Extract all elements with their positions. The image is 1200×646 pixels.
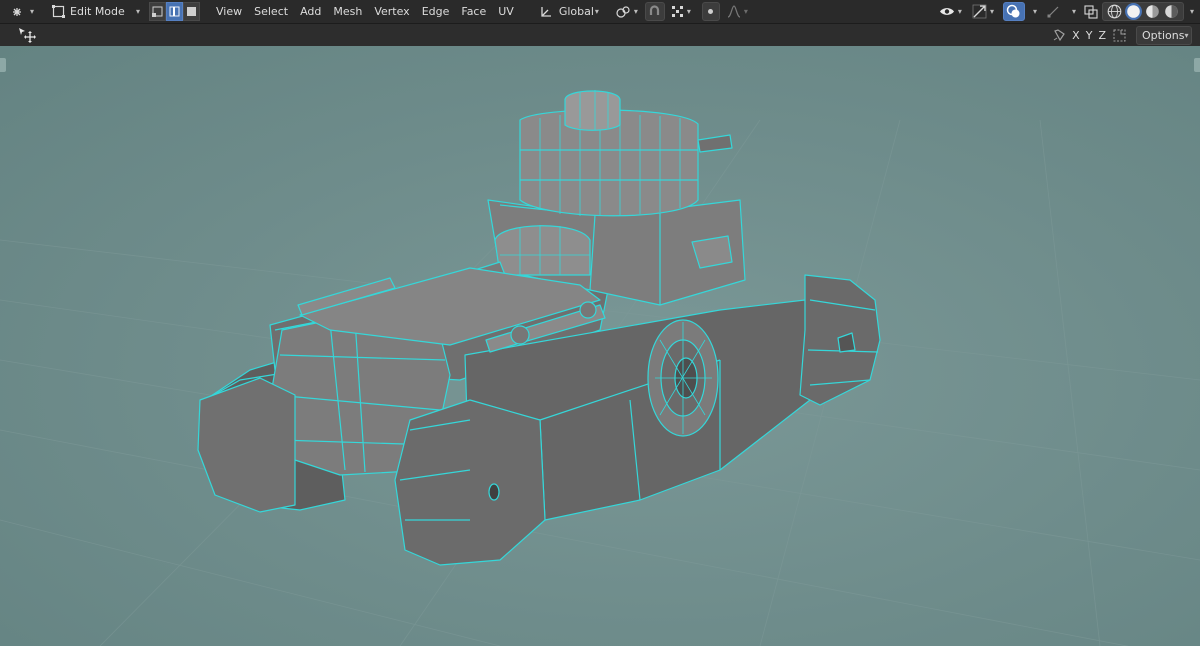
options-dropdown[interactable]: Options ▾: [1136, 25, 1192, 45]
snap-target-selector[interactable]: ▾: [666, 2, 696, 21]
proportional-falloff-selector[interactable]: ▾: [722, 2, 753, 21]
snap-toggle[interactable]: [644, 2, 665, 21]
tank-mesh: [197, 90, 881, 566]
gizmo-toggle[interactable]: ▾: [967, 2, 999, 21]
mode-icon: [52, 5, 66, 18]
proportional-editing-toggle[interactable]: [701, 2, 720, 21]
menu-face[interactable]: Face: [455, 2, 492, 21]
overlay-icon: [1007, 4, 1020, 18]
mode-label: Edit Mode: [70, 5, 125, 18]
options-label: Options: [1142, 28, 1185, 42]
solid-shading-button[interactable]: [1124, 3, 1142, 20]
rendered-shading-button[interactable]: [1163, 3, 1180, 20]
tool-settings-bar: X Y Z Options ▾: [0, 24, 1200, 46]
move-tool-icon: [19, 28, 36, 43]
transform-orientation-icon: [541, 6, 551, 17]
xray-icon: [1084, 4, 1098, 19]
menu-select[interactable]: Select: [248, 2, 294, 21]
editor-type-icon: [13, 7, 21, 16]
face-select-icon: [187, 7, 197, 16]
wireframe-shading-button[interactable]: [1106, 3, 1123, 20]
vertex-select-icon: [152, 6, 163, 17]
subbar-right: X Y Z Options ▾: [1050, 24, 1200, 46]
mirror-z-toggle[interactable]: Z: [1095, 26, 1109, 45]
3d-viewport[interactable]: [0, 46, 1200, 646]
menu-vertex[interactable]: Vertex: [368, 2, 415, 21]
snap-grid-icon: [671, 6, 683, 17]
header-right-controls: ▾ ▾ ▾ ▾ ▾: [934, 0, 1200, 23]
mesh-overlay-icon: [1047, 6, 1059, 18]
front-turret: [494, 225, 591, 276]
overlay-toggle[interactable]: [1002, 2, 1025, 21]
material-shading-button[interactable]: [1144, 3, 1161, 20]
edge-select-icon: [169, 6, 180, 17]
gizmo-icon: [972, 4, 987, 19]
transform-orientation-selector[interactable]: Global ▾: [534, 2, 604, 21]
mesh-overlay-menu[interactable]: ▾: [1065, 2, 1080, 21]
auto-merge-toggle[interactable]: [1109, 26, 1130, 45]
menu-view[interactable]: View: [210, 2, 248, 21]
menu-bar: View Select Add Mesh Vertex Edge Face UV: [210, 2, 520, 21]
face-select-button[interactable]: [183, 2, 201, 21]
front-track: [394, 399, 546, 566]
xray-toggle[interactable]: [1080, 2, 1102, 21]
vertex-select-button[interactable]: [149, 2, 167, 21]
mirror-x-toggle[interactable]: X: [1069, 26, 1083, 45]
menu-mesh[interactable]: Mesh: [327, 2, 368, 21]
pivot-point-selector[interactable]: ▾: [610, 2, 643, 21]
solid-shading-icon: [1127, 5, 1140, 18]
snap-icon: [650, 5, 660, 15]
auto-merge-icon: [1113, 29, 1126, 41]
select-mode-group: [149, 2, 201, 21]
overlay-menu[interactable]: ▾: [1025, 2, 1042, 21]
shading-menu[interactable]: ▾: [1184, 2, 1200, 21]
scene-canvas: [0, 90, 1200, 646]
turret-cupola: [564, 90, 621, 131]
material-shading-icon: [1146, 5, 1159, 18]
edge-select-button[interactable]: [166, 2, 184, 21]
pivot-icon: [616, 5, 630, 18]
menu-uv[interactable]: UV: [492, 2, 520, 21]
wireframe-shading-icon: [1107, 4, 1122, 19]
viewport-header: ▾ Edit Mode ▾ View Select Add Mesh Verte…: [0, 0, 1200, 24]
mesh-edit-overlay-toggle[interactable]: [1042, 2, 1065, 21]
mirror-icon: [1053, 28, 1066, 41]
menu-add[interactable]: Add: [294, 2, 327, 21]
side-hatch: [647, 319, 719, 437]
proportional-icon: [708, 9, 714, 14]
falloff-icon: [727, 5, 741, 18]
shading-mode-group: [1101, 2, 1184, 21]
editor-type-button[interactable]: ▾: [6, 2, 39, 21]
mirror-toggle[interactable]: [1050, 26, 1069, 45]
move-tool-button[interactable]: [12, 26, 42, 45]
transform-orientation-label: Global: [558, 5, 594, 18]
visibility-selector[interactable]: ▾: [934, 2, 967, 21]
menu-edge[interactable]: Edge: [416, 2, 456, 21]
visibility-icon: [939, 8, 954, 15]
mode-selector[interactable]: Edit Mode ▾: [47, 2, 145, 21]
rendered-shading-icon: [1165, 5, 1178, 18]
front-left-track: [197, 377, 296, 513]
mirror-y-toggle[interactable]: Y: [1083, 26, 1096, 45]
